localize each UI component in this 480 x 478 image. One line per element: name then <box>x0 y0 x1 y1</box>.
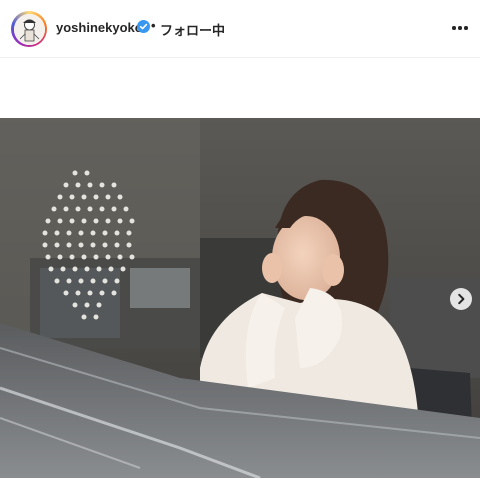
more-options-icon[interactable] <box>450 21 470 35</box>
verified-badge-icon <box>137 20 150 33</box>
next-photo-button[interactable] <box>450 288 472 310</box>
follow-status-button[interactable]: フォロー中 <box>160 20 225 39</box>
separator-dot: • <box>151 18 156 33</box>
avatar[interactable] <box>11 11 47 47</box>
post-photo[interactable] <box>0 118 480 478</box>
chevron-right-icon <box>450 288 472 310</box>
username[interactable]: yoshinekyoko <box>56 20 143 35</box>
post-header: yoshinekyoko • フォロー中 <box>0 0 480 58</box>
